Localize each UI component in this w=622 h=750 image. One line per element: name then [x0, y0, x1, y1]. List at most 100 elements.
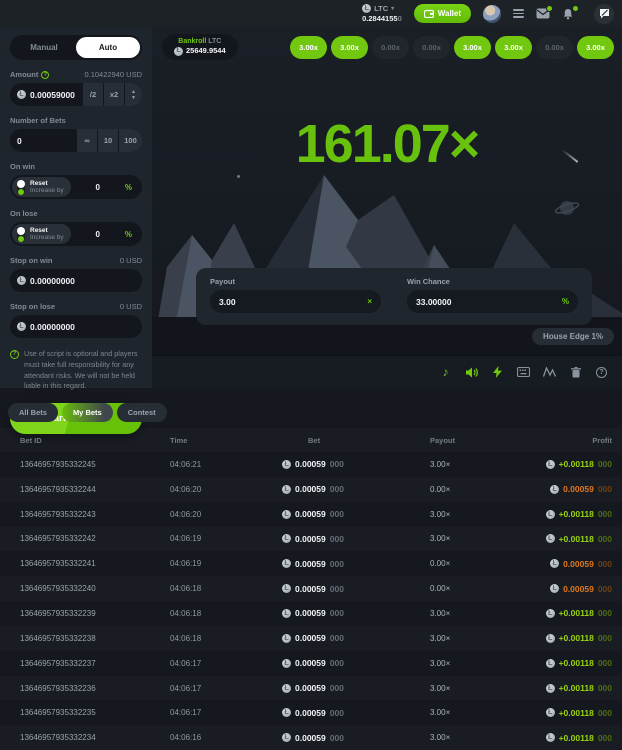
stats-icon[interactable] [543, 366, 556, 379]
currency-code: LTC [374, 5, 388, 13]
coin-icon: Ł [550, 485, 559, 494]
infinity-button[interactable]: ∞ [76, 129, 97, 152]
bet-table-row[interactable]: 13646957935332237 04:06:17 Ł0.00059000 3… [0, 651, 622, 676]
coin-icon: Ł [174, 47, 183, 56]
bet-table-row[interactable]: 13646957935332239 04:06:18 Ł0.00059000 3… [0, 601, 622, 626]
number-of-bets-input[interactable]: 0 [17, 136, 22, 146]
music-icon[interactable]: ♪ [439, 366, 452, 379]
turbo-icon[interactable] [491, 366, 504, 379]
history-pill[interactable]: 0.00x [413, 36, 450, 59]
col-payout: Payout [430, 436, 530, 445]
bet-id-cell: 13646957935332244 [20, 485, 170, 494]
bet-table-row[interactable]: 13646957935332243 04:06:20 Ł0.00059000 3… [0, 502, 622, 527]
info-icon[interactable]: ? [41, 71, 49, 79]
tab-my-bets[interactable]: My Bets [62, 403, 113, 422]
history-pill[interactable]: 3.00x [577, 36, 614, 59]
bet-table-row[interactable]: 13646957935332234 04:06:16 Ł0.00059000 3… [0, 725, 622, 750]
tab-auto[interactable]: Auto [76, 37, 140, 58]
hotkeys-icon[interactable] [517, 366, 530, 379]
payout-panel: Payout 3.00 × Win Chance 33.00000 % [196, 268, 592, 325]
wallet-button[interactable]: Wallet [414, 4, 471, 23]
win-chance-input[interactable]: 33.00000 [416, 297, 562, 307]
script-disclaimer: ? Use of script is optional and players … [10, 349, 142, 392]
bet-amount-cell: Ł0.00059000 [282, 584, 430, 594]
amount-input[interactable]: 0.00059000 [30, 90, 75, 100]
on-lose-mode-toggle[interactable]: Reset Increase by [12, 224, 71, 244]
bet-amount-cell: Ł0.00059000 [282, 459, 430, 469]
time-cell: 04:06:17 [170, 659, 282, 668]
coin-icon: Ł [546, 733, 555, 742]
avatar[interactable] [483, 5, 501, 23]
on-lose-reset-label: Reset [30, 227, 64, 234]
history-pill[interactable]: 3.00x [331, 36, 368, 59]
bet-table-row[interactable]: 13646957935332241 04:06:19 Ł0.00059000 0… [0, 551, 622, 576]
profit-cell: Ł0.00059000 [530, 584, 612, 594]
tab-manual[interactable]: Manual [12, 37, 76, 58]
sound-icon[interactable] [465, 366, 478, 379]
amount-stepper[interactable]: ▲▼ [124, 83, 142, 106]
bet-id-cell: 13646957935332236 [20, 684, 170, 693]
on-win-mode-toggle[interactable]: Reset Increase by [12, 177, 71, 197]
bet-table-row[interactable]: 13646957935332240 04:06:18 Ł0.00059000 0… [0, 576, 622, 601]
bet-id-cell: 13646957935332239 [20, 609, 170, 618]
bet-amount-cell: Ł0.00059000 [282, 534, 430, 544]
bet-amount-cell: Ł0.00059000 [282, 708, 430, 718]
bankroll-display[interactable]: Bankroll LTC Ł25649.9544 [162, 34, 238, 60]
tab-contest[interactable]: Contest [117, 403, 167, 422]
bell-badge [572, 5, 579, 12]
bet-table-row[interactable]: 13646957935332238 04:06:18 Ł0.00059000 3… [0, 626, 622, 651]
bet-table-row[interactable]: 13646957935332242 04:06:19 Ł0.00059000 3… [0, 527, 622, 552]
bet-table-row[interactable]: 13646957935332245 04:06:21 Ł0.00059000 3… [0, 452, 622, 477]
tab-all-bets[interactable]: All Bets [8, 403, 58, 422]
history-pill[interactable]: 3.00x [495, 36, 532, 59]
help-icon[interactable]: ? [595, 366, 608, 379]
coin-icon: Ł [546, 708, 555, 717]
time-cell: 04:06:19 [170, 559, 282, 568]
stop-on-win-usd: 0 USD [120, 256, 142, 265]
chat-icon[interactable] [594, 4, 614, 24]
trash-icon[interactable] [569, 366, 582, 379]
on-lose-input[interactable]: 0 [71, 230, 125, 239]
house-edge-badge: House Edge 1% [532, 328, 614, 345]
bankroll-label: Bankroll [178, 38, 206, 45]
info-icon: ? [10, 350, 19, 359]
on-win-input[interactable]: 0 [71, 183, 125, 192]
multiplier-history: 3.00x3.00x0.00x0.00x3.00x3.00x0.00x3.00x [290, 36, 614, 59]
coin-icon: Ł [550, 584, 559, 593]
time-cell: 04:06:17 [170, 684, 282, 693]
mail-icon[interactable] [536, 8, 550, 20]
time-cell: 04:06:19 [170, 534, 282, 543]
bell-icon[interactable] [562, 8, 576, 20]
bet-table-row[interactable]: 13646957935332244 04:06:20 Ł0.00059000 0… [0, 477, 622, 502]
history-pill[interactable]: 3.00x [290, 36, 327, 59]
double-button[interactable]: x2 [103, 83, 124, 106]
payout-cell: 3.00× [430, 684, 530, 693]
wallet-icon [424, 9, 434, 18]
payout-cell: 3.00× [430, 534, 530, 543]
history-pill[interactable]: 0.00x [536, 36, 573, 59]
stop-on-win-input[interactable]: 0.00000000 [30, 276, 75, 286]
coin-icon: Ł [546, 534, 555, 543]
preset-10-button[interactable]: 10 [97, 129, 118, 152]
profit-cell: Ł+0.00118000 [530, 658, 612, 668]
time-cell: 04:06:20 [170, 510, 282, 519]
bankroll-value: 25649.9544 [186, 47, 226, 56]
on-lose-increase-label: Increase by [30, 234, 64, 241]
coin-icon: Ł [282, 460, 291, 469]
half-button[interactable]: /2 [82, 83, 103, 106]
bet-amount-cell: Ł0.00059000 [282, 633, 430, 643]
bet-table-row[interactable]: 13646957935332236 04:06:17 Ł0.00059000 3… [0, 676, 622, 701]
profit-cell: Ł+0.00118000 [530, 633, 612, 643]
stop-on-lose-input[interactable]: 0.00000000 [30, 322, 75, 332]
menu-icon[interactable] [513, 9, 524, 18]
bet-table-row[interactable]: 13646957935332235 04:06:17 Ł0.00059000 3… [0, 700, 622, 725]
profit-cell: Ł0.00059000 [530, 559, 612, 569]
coin-icon: Ł [282, 485, 291, 494]
preset-100-button[interactable]: 100 [118, 129, 142, 152]
history-pill[interactable]: 0.00x [372, 36, 409, 59]
payout-input[interactable]: 3.00 [219, 297, 367, 307]
history-pill[interactable]: 3.00x [454, 36, 491, 59]
stop-on-win-group: Ł0.00000000 [10, 269, 142, 292]
currency-selector[interactable]: Ł LTC ▾ 0.28441550 [362, 4, 402, 23]
percent-suffix: % [125, 230, 132, 239]
